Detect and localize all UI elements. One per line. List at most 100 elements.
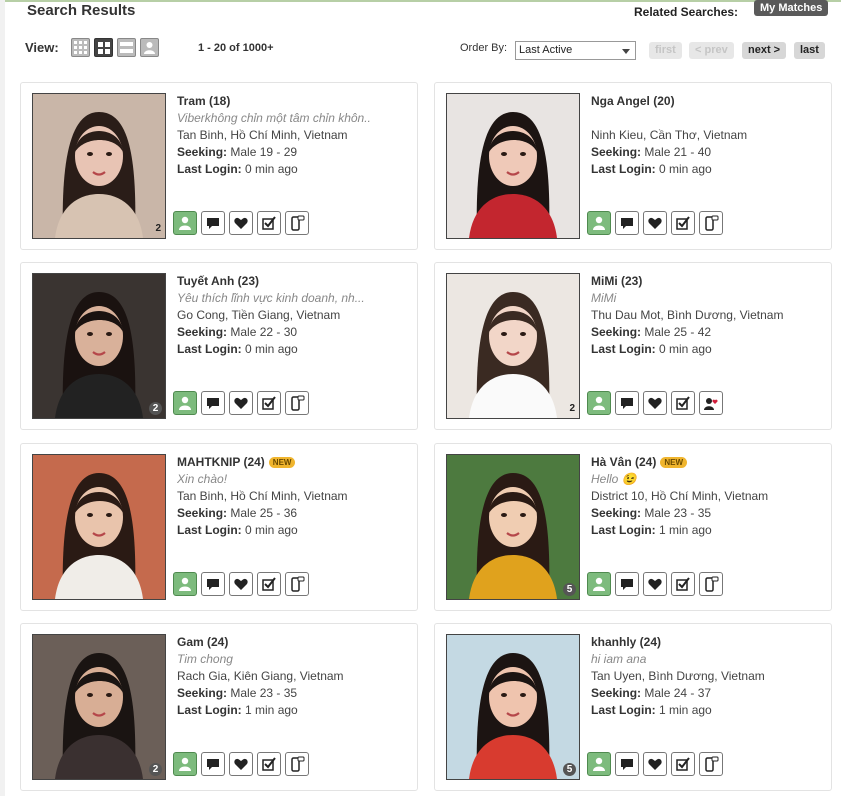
profile-tagline: Viberkhông chỉn một tâm chỉn khôn..	[177, 111, 371, 125]
favorite-button[interactable]	[643, 391, 667, 415]
shortlist-button[interactable]	[257, 211, 281, 235]
profile-name[interactable]: Gam (24)	[177, 635, 228, 649]
contact-button[interactable]	[285, 752, 309, 776]
profile-name[interactable]: Tram (18)	[177, 94, 230, 108]
send-message-button[interactable]	[201, 752, 225, 776]
profile-photo[interactable]: 2	[32, 634, 166, 780]
shortlist-button[interactable]	[257, 752, 281, 776]
shortlist-button[interactable]	[671, 572, 695, 596]
send-message-button[interactable]	[201, 572, 225, 596]
profile-name[interactable]: khanhly (24)	[591, 635, 661, 649]
view-profile-button[interactable]	[173, 211, 197, 235]
contact-button[interactable]	[285, 391, 309, 415]
profile-name[interactable]: MAHTKNIP (24)	[177, 455, 265, 469]
contact-button[interactable]	[699, 752, 723, 776]
message-icon	[207, 579, 219, 590]
view-profile-button[interactable]	[587, 752, 611, 776]
photo-count: 5	[563, 583, 576, 596]
profile-location: District 10, Hồ Chí Minh, Vietnam	[591, 489, 769, 503]
contact-button[interactable]	[285, 572, 309, 596]
photo-count: 2	[149, 763, 162, 776]
pagination-prev[interactable]: < prev	[689, 42, 734, 59]
profile-name[interactable]: MiMi (23)	[591, 274, 642, 288]
profile-card[interactable]: 2 MiMi (23) MiMi Thu Dau Mot, Bình Dương…	[434, 262, 832, 430]
send-message-button[interactable]	[201, 211, 225, 235]
favorite-button[interactable]	[643, 211, 667, 235]
profile-photo[interactable]	[446, 93, 580, 239]
send-message-button[interactable]	[615, 211, 639, 235]
shortlist-button[interactable]	[257, 572, 281, 596]
profile-photo[interactable]: 5	[446, 634, 580, 780]
profile-photo[interactable]: 2	[32, 93, 166, 239]
checkbox-icon	[676, 757, 690, 771]
contact-button[interactable]	[699, 391, 723, 415]
profile-last-login: Last Login: 0 min ago	[591, 161, 827, 178]
profile-name[interactable]: Nga Angel (20)	[591, 94, 675, 108]
view-list-button[interactable]	[117, 38, 136, 57]
results-toolbar: View: 1 - 20 of 1000+ Order By: Last Act…	[5, 36, 841, 62]
view-profile-button[interactable]	[140, 38, 159, 57]
shortlist-button[interactable]	[671, 391, 695, 415]
profile-card[interactable]: 5 Hà Vân (24) NEW Hello 😉 District 10, Hồ…	[434, 443, 832, 611]
favorite-button[interactable]	[643, 752, 667, 776]
profile-photo[interactable]	[32, 454, 166, 600]
order-by-select[interactable]: Last Active	[515, 41, 636, 60]
pagination-first[interactable]: first	[649, 42, 682, 59]
view-grid-large-button[interactable]	[94, 38, 113, 57]
view-profile-button[interactable]	[587, 211, 611, 235]
send-message-button[interactable]	[615, 752, 639, 776]
send-message-button[interactable]	[615, 572, 639, 596]
view-profile-button[interactable]	[173, 752, 197, 776]
my-matches-button[interactable]: My Matches	[754, 0, 829, 16]
favorite-button[interactable]	[229, 211, 253, 235]
profile-last-login: Last Login: 0 min ago	[177, 522, 413, 539]
profile-card[interactable]: MAHTKNIP (24) NEW Xin chào! Tan Binh, Hồ …	[20, 443, 418, 611]
profile-tagline: Tim chong	[177, 652, 233, 666]
profile-photo[interactable]: 2	[32, 273, 166, 419]
favorite-button[interactable]	[229, 391, 253, 415]
profile-card[interactable]: 5 khanhly (24) hi iam ana Tan Uyen, Bình…	[434, 623, 832, 791]
favorite-button[interactable]	[229, 572, 253, 596]
favorite-button[interactable]	[229, 752, 253, 776]
view-profile-button[interactable]	[587, 391, 611, 415]
profile-photo[interactable]: 5	[446, 454, 580, 600]
checkbox-icon	[676, 396, 690, 410]
message-icon	[207, 398, 219, 409]
contact-button[interactable]	[285, 211, 309, 235]
seeking-value: Male 25 - 36	[230, 506, 298, 520]
profile-tagline: Hello 😉	[591, 472, 637, 486]
heart-icon	[234, 578, 248, 590]
profile-card[interactable]: 2 Tram (18) Viberkhông chỉn một tâm chỉn…	[20, 82, 418, 250]
profile-name[interactable]: Tuyết Anh (23)	[177, 274, 259, 288]
view-profile-button[interactable]	[173, 572, 197, 596]
pagination-next[interactable]: next >	[742, 42, 787, 59]
shortlist-button[interactable]	[671, 211, 695, 235]
profile-name[interactable]: Hà Vân (24)	[591, 455, 656, 469]
profile-card[interactable]: 2 Gam (24) Tim chong Rach Gia, Kiên Gian…	[20, 623, 418, 791]
profile-tagline	[591, 110, 827, 127]
view-grid-small-button[interactable]	[71, 38, 90, 57]
profile-card[interactable]: 2 Tuyết Anh (23) Yêu thích lĩnh vực kinh…	[20, 262, 418, 430]
send-message-button[interactable]	[615, 391, 639, 415]
order-by-label: Order By:	[460, 42, 508, 54]
checkbox-icon	[262, 577, 276, 591]
favorite-button[interactable]	[643, 572, 667, 596]
last-login-value: 0 min ago	[245, 523, 298, 537]
contact-button[interactable]	[699, 211, 723, 235]
profile-photo-image	[447, 94, 579, 238]
shortlist-button[interactable]	[671, 752, 695, 776]
last-login-value: 0 min ago	[659, 342, 712, 356]
shortlist-button[interactable]	[257, 391, 281, 415]
contact-button[interactable]	[699, 572, 723, 596]
send-message-button[interactable]	[201, 391, 225, 415]
seeking-value: Male 23 - 35	[230, 686, 298, 700]
checkbox-icon	[676, 577, 690, 591]
profile-photo[interactable]: 2	[446, 273, 580, 419]
view-profile-button[interactable]	[587, 572, 611, 596]
heart-icon	[648, 217, 662, 229]
page-title: Search Results	[27, 2, 136, 19]
profile-card[interactable]: Nga Angel (20) Ninh Kieu, Cần Thơ, Vietn…	[434, 82, 832, 250]
checkbox-icon	[262, 396, 276, 410]
pagination-last[interactable]: last	[794, 42, 825, 59]
view-profile-button[interactable]	[173, 391, 197, 415]
